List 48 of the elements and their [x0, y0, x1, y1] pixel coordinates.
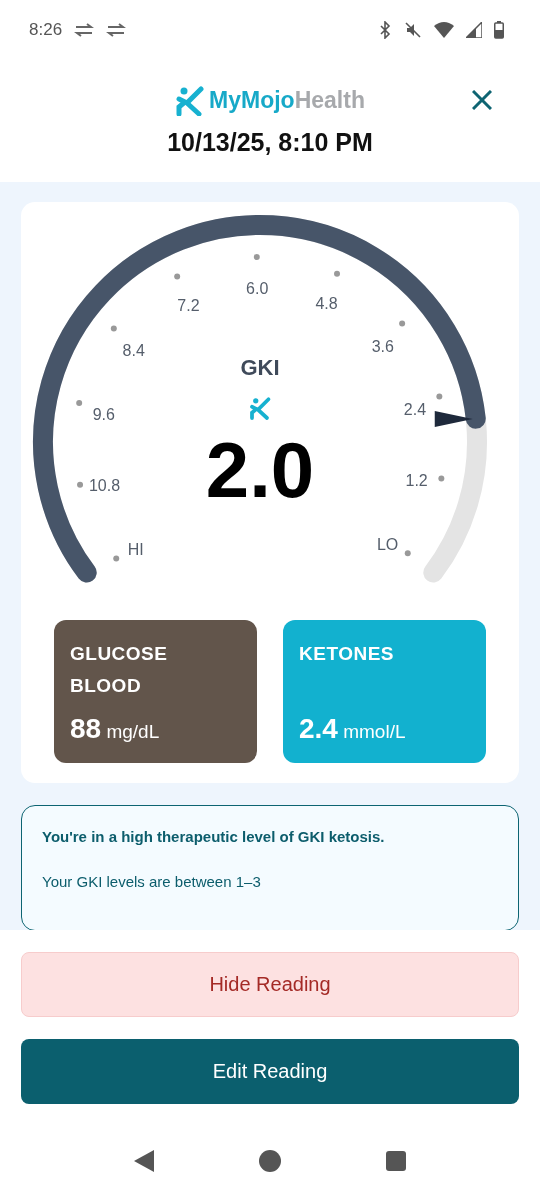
- tick-label: HI: [127, 540, 144, 558]
- tick-dot: [75, 399, 82, 406]
- tick-label: 9.6: [92, 405, 115, 423]
- wifi-icon: [434, 21, 454, 38]
- logo-icon: [249, 397, 270, 420]
- tick-label: 8.4: [122, 341, 145, 359]
- battery-icon: [494, 20, 504, 39]
- tick-dot: [110, 325, 117, 332]
- hide-button[interactable]: Hide Reading: [21, 952, 519, 1017]
- tick-label: 10.8: [88, 476, 120, 494]
- data-transfer-icon: [106, 22, 127, 37]
- gauge-pointer: [434, 410, 473, 427]
- data-transfer-icon: [74, 22, 95, 37]
- metric-label: KETONES: [299, 641, 395, 666]
- mute-icon: [404, 20, 422, 39]
- tick-dot: [404, 549, 411, 556]
- bluetooth-icon: [378, 20, 392, 39]
- tick-label: 4.8: [314, 294, 338, 312]
- tick-dot: [437, 475, 444, 482]
- tick-dot: [253, 253, 260, 260]
- info-text: Your GKI levels are between 1–3: [42, 872, 262, 890]
- tick-label: 2.4: [403, 400, 426, 418]
- gauge-title: GKI: [239, 354, 280, 380]
- metric-value: 88 mg/dL: [70, 712, 161, 745]
- tick-label: 7.2: [176, 296, 200, 314]
- close-icon: [472, 89, 492, 110]
- brand-logo: MyMojoHealth: [209, 87, 365, 115]
- tick-dot: [333, 270, 340, 277]
- tick-dot: [398, 320, 405, 327]
- status-time: 8:26: [29, 19, 63, 40]
- back-icon[interactable]: [134, 1150, 154, 1172]
- metric-value: 2.4 mmol/L: [299, 712, 407, 745]
- tick-label: LO: [376, 535, 398, 553]
- tick-dot: [112, 555, 119, 562]
- tick-dot: [173, 273, 180, 280]
- tick-dot: [76, 481, 83, 488]
- edit-button[interactable]: Edit Reading: [21, 1039, 519, 1104]
- logo-icon: [175, 85, 206, 116]
- metric-label: GLUCOSE BLOOD: [70, 641, 169, 698]
- reading-datetime: 10/13/25, 8:10 PM: [167, 127, 373, 157]
- home-icon[interactable]: [259, 1150, 281, 1172]
- signal-icon: [466, 21, 482, 38]
- tick-label: 3.6: [371, 337, 394, 355]
- info-headline: You're in a high therapeutic level of GKI ketosis.: [42, 827, 386, 845]
- tick-label: 1.2: [405, 471, 428, 489]
- gki-value: 2.0: [205, 425, 314, 514]
- tick-label: 6.0: [245, 279, 268, 297]
- tick-dot: [435, 393, 442, 400]
